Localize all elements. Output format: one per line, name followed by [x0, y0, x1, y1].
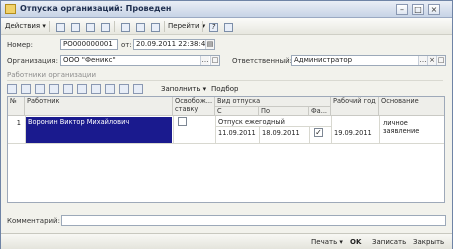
work-year-cell[interactable]: 19.09.2011	[332, 129, 372, 137]
document-window: Отпуска организаций: Проведен – □ × Дейс…	[0, 0, 453, 249]
release-rate-checkbox[interactable]	[178, 117, 187, 126]
delete-row-icon[interactable]	[49, 84, 59, 94]
from-label: от:	[121, 41, 132, 49]
title-bar: Отпуска организаций: Проведен – □ ×	[1, 1, 452, 18]
comment-label: Комментарий:	[7, 217, 60, 225]
document-icon	[5, 4, 16, 14]
grid-line	[173, 116, 174, 143]
header-basis[interactable]: Основание	[379, 97, 444, 116]
header-date-from[interactable]: С	[215, 107, 259, 116]
grid-line	[215, 126, 331, 127]
close-window-button[interactable]: ×	[428, 4, 440, 15]
close-button[interactable]: Закрыть	[410, 236, 447, 248]
basis-cell-line-1[interactable]: личное	[381, 119, 408, 127]
actions-menu[interactable]: Действия ▾	[5, 20, 46, 33]
sort-ascending-icon[interactable]	[105, 84, 115, 94]
responsible-label: Ответственный:	[232, 57, 293, 65]
post-icon[interactable]	[118, 20, 131, 33]
comment-field[interactable]	[61, 215, 446, 226]
responsible-clear-button[interactable]: ×	[427, 56, 436, 65]
employees-section-title: Работники организации	[7, 71, 97, 79]
vacation-type-cell[interactable]: Отпуск ежегодный	[216, 118, 285, 126]
minimize-button[interactable]: –	[396, 4, 408, 15]
ok-button[interactable]: OK	[347, 236, 364, 248]
table-settings-icon[interactable]	[221, 20, 234, 33]
print-button[interactable]: Печать ▾	[308, 236, 346, 248]
move-up-icon[interactable]	[77, 84, 87, 94]
add-row-icon[interactable]	[7, 84, 17, 94]
save-button[interactable]: Записать	[369, 236, 409, 248]
basis-cell-line-2[interactable]: заявление	[381, 127, 419, 135]
window-title: Отпуска организаций: Проведен	[20, 4, 172, 13]
organization-select-button[interactable]: …	[200, 56, 209, 65]
copy-row-icon[interactable]	[21, 84, 31, 94]
number-label: Номер:	[7, 41, 33, 49]
list-icon[interactable]	[148, 20, 161, 33]
actual-checkbox[interactable]: ✓	[314, 128, 323, 137]
refresh-icon[interactable]	[98, 20, 111, 33]
organization-open-button[interactable]: □	[210, 56, 219, 65]
header-number[interactable]: №	[8, 97, 25, 116]
bottom-bar: Печать ▾ OK Записать Закрыть	[1, 233, 452, 249]
main-toolbar: Действия ▾ Перейти ▾ ?	[1, 18, 452, 35]
edit-icon[interactable]	[68, 20, 81, 33]
edit-row-icon[interactable]	[35, 84, 45, 94]
sort-descending-icon[interactable]	[119, 84, 129, 94]
go-menu[interactable]: Перейти ▾	[168, 20, 205, 33]
header-vacation-type[interactable]: Вид отпуска	[215, 97, 331, 107]
row-number: 1	[16, 119, 21, 127]
grid-line	[309, 126, 310, 143]
organization-value: ООО "Феникс"	[63, 56, 116, 64]
responsible-select-button[interactable]: …	[418, 56, 427, 65]
organization-field[interactable]: ООО "Феникс" … □	[60, 55, 220, 66]
responsible-value: Администратор	[294, 56, 353, 64]
header-employee[interactable]: Работник	[25, 97, 173, 116]
date-to-cell[interactable]: 18.09.2011	[260, 129, 300, 137]
toolbar-separator	[49, 21, 50, 32]
section-divider	[7, 80, 443, 81]
date-value: 20.09.2011 22:38:40	[136, 40, 210, 48]
responsible-open-button[interactable]: □	[436, 56, 445, 65]
header-release-rate[interactable]: Освобож... ставку	[173, 97, 215, 116]
date-field[interactable]: 20.09.2011 22:38:40 ▤	[133, 39, 215, 50]
maximize-button[interactable]: □	[412, 4, 424, 15]
header-release-line-2: ставку	[175, 105, 199, 113]
grid-line	[379, 116, 380, 143]
organization-label: Организация:	[7, 57, 58, 65]
calendar-button[interactable]: ▤	[205, 40, 214, 49]
move-down-icon[interactable]	[91, 84, 101, 94]
employees-table: № Работник Освобож... ставку Вид отпуска…	[7, 96, 445, 203]
toolbar-separator	[202, 21, 203, 32]
responsible-field[interactable]: Администратор … × □	[291, 55, 446, 66]
help-icon[interactable]: ?	[206, 20, 219, 33]
header-date-to[interactable]: По	[259, 107, 309, 116]
fill-menu[interactable]: Заполнить ▾	[161, 83, 206, 96]
toolbar-separator	[164, 21, 165, 32]
structure-icon[interactable]	[133, 20, 146, 33]
new-document-icon[interactable]	[53, 20, 66, 33]
employees-toolbar: Заполнить ▾ Подбор	[7, 82, 445, 96]
clear-filter-icon[interactable]	[133, 84, 143, 94]
select-button[interactable]: Подбор	[211, 83, 238, 96]
header-actual[interactable]: Фа...	[309, 107, 331, 116]
employee-cell[interactable]: Воронин Виктор Михайлович	[26, 117, 172, 143]
copy-icon[interactable]	[83, 20, 96, 33]
number-field[interactable]: РО000000001	[60, 39, 118, 50]
date-from-cell[interactable]: 11.09.2011	[216, 129, 256, 137]
header-release-line-1: Освобож...	[175, 97, 213, 105]
grid-line	[8, 143, 444, 144]
end-edit-icon[interactable]	[63, 84, 73, 94]
toolbar-separator	[114, 21, 115, 32]
header-work-year[interactable]: Рабочий год	[331, 97, 379, 116]
